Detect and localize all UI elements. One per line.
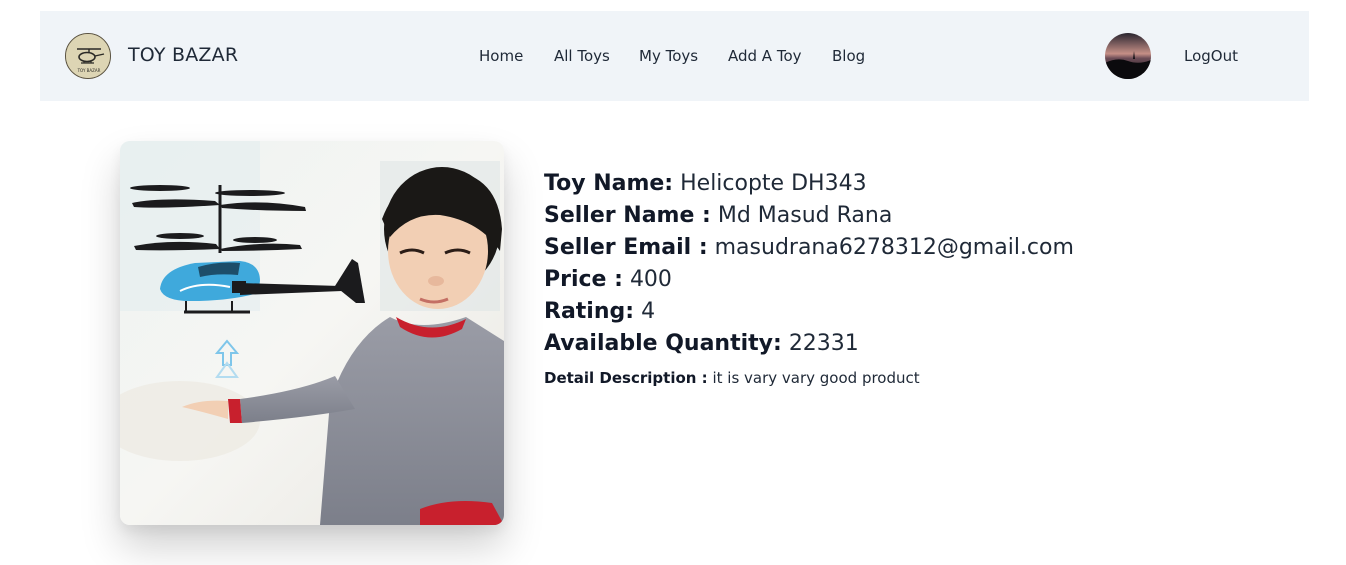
toy-name-row: Toy Name: Helicopte DH343 bbox=[544, 168, 1074, 200]
seller-email-row: Seller Email : masudrana6278312@gmail.co… bbox=[544, 232, 1074, 264]
price-value: 400 bbox=[629, 267, 672, 292]
nav-home[interactable]: Home bbox=[479, 47, 523, 65]
seller-email-value: masudrana6278312@gmail.com bbox=[714, 235, 1074, 260]
logout-button[interactable]: LogOut bbox=[1184, 47, 1238, 65]
nav-add-a-toy[interactable]: Add A Toy bbox=[728, 47, 802, 65]
seller-name-row: Seller Name : Md Masud Rana bbox=[544, 200, 1074, 232]
nav-all-toys[interactable]: All Toys bbox=[554, 47, 610, 65]
brand-logo[interactable]: TOY BAZAR bbox=[65, 33, 111, 79]
toy-name-label: Toy Name: bbox=[544, 171, 674, 196]
quantity-label: Available Quantity: bbox=[544, 331, 782, 356]
nav-my-toys[interactable]: My Toys bbox=[639, 47, 698, 65]
rating-label: Rating: bbox=[544, 299, 635, 324]
user-avatar[interactable] bbox=[1105, 33, 1151, 79]
description-row: Detail Description : it is vary vary goo… bbox=[544, 369, 1074, 387]
description-value: it is vary vary good product bbox=[712, 369, 920, 387]
seller-email-label: Seller Email : bbox=[544, 235, 708, 260]
helicopter-icon: TOY BAZAR bbox=[66, 34, 110, 78]
product-image bbox=[120, 141, 504, 525]
logo-text: TOY BAZAR bbox=[77, 68, 101, 73]
navbar: TOY BAZAR TOY BAZAR Home All Toys My Toy… bbox=[40, 11, 1309, 101]
description-label: Detail Description : bbox=[544, 369, 708, 387]
product-details: Toy Name: Helicopte DH343 Seller Name : … bbox=[544, 168, 1074, 387]
nav-blog[interactable]: Blog bbox=[832, 47, 865, 65]
price-row: Price : 400 bbox=[544, 264, 1074, 296]
seller-name-value: Md Masud Rana bbox=[717, 203, 893, 228]
quantity-row: Available Quantity: 22331 bbox=[544, 328, 1074, 360]
seller-name-label: Seller Name : bbox=[544, 203, 711, 228]
rating-row: Rating: 4 bbox=[544, 296, 1074, 328]
price-label: Price : bbox=[544, 267, 623, 292]
toy-name-value: Helicopte DH343 bbox=[680, 171, 867, 196]
helicopter-toy-photo bbox=[120, 141, 504, 525]
brand-name[interactable]: TOY BAZAR bbox=[128, 44, 238, 66]
quantity-value: 22331 bbox=[788, 331, 859, 356]
rating-value: 4 bbox=[641, 299, 656, 324]
